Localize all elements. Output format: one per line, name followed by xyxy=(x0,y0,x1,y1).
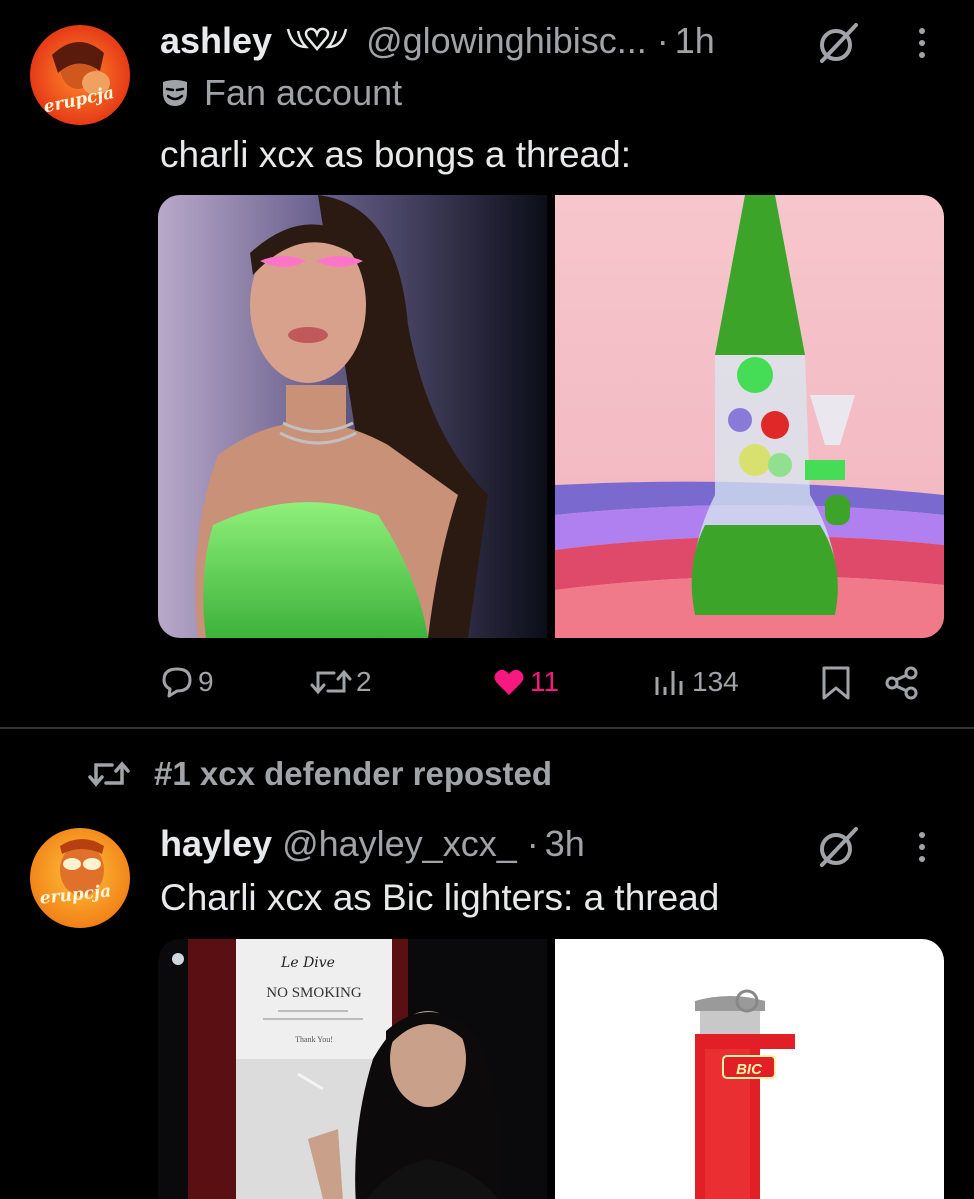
sign-title: Le Dive xyxy=(280,955,335,971)
tweet-hayley[interactable]: #1 xcx defender reposted erupcja hayley … xyxy=(0,729,974,1199)
grok-icon[interactable] xyxy=(816,21,860,65)
views-button[interactable]: 134 xyxy=(652,665,739,699)
bow-heart-badge xyxy=(284,20,350,62)
reply-count: 9 xyxy=(198,666,214,697)
repost-count: 2 xyxy=(356,666,372,697)
media-grid[interactable] xyxy=(158,195,944,638)
more-icon[interactable] xyxy=(912,825,932,869)
like-count: 11 xyxy=(530,666,560,697)
reply-button[interactable]: 9 xyxy=(160,665,214,699)
fan-account-text: Fan account xyxy=(204,72,403,113)
share-icon xyxy=(885,666,918,700)
bookmark-button[interactable] xyxy=(820,665,856,701)
sign-no-smoking: NO SMOKING xyxy=(266,985,362,1001)
lighter-brand-text: BIC xyxy=(736,1061,763,1078)
sign-thank-you: Thank You! xyxy=(295,1035,333,1044)
photo-red-bic-lighter[interactable]: BIC xyxy=(555,939,944,1199)
like-button[interactable]: 11 xyxy=(492,665,559,699)
views-count: 134 xyxy=(692,666,739,697)
author-handle[interactable]: @hayley_xcx_ xyxy=(282,823,517,865)
bookmark-icon xyxy=(822,666,850,700)
timestamp[interactable]: 1h xyxy=(675,20,715,62)
tweet-ashley[interactable]: erupcja ashley @glowinghibisc... · 1h Fa… xyxy=(0,0,974,727)
grok-icon[interactable] xyxy=(816,825,860,869)
author-name[interactable]: ashley xyxy=(160,20,272,62)
views-icon xyxy=(655,671,683,695)
avatar-ashley[interactable]: erupcja xyxy=(30,25,130,125)
repost-context[interactable]: #1 xcx defender reposted xyxy=(88,755,552,793)
tweet-actions: 9 2 11 134 xyxy=(160,665,930,709)
timestamp[interactable]: 3h xyxy=(545,823,585,865)
repost-icon xyxy=(310,669,352,695)
tweet-text: charli xcx as bongs a thread: xyxy=(160,134,631,175)
repost-icon xyxy=(88,761,130,787)
repost-button[interactable]: 2 xyxy=(310,665,372,699)
avatar-hayley[interactable]: erupcja xyxy=(30,828,130,928)
share-button[interactable] xyxy=(884,665,924,701)
photo-charli-green-dress[interactable] xyxy=(158,195,547,638)
mask-icon xyxy=(163,80,187,106)
more-icon[interactable] xyxy=(912,21,932,65)
separator-dot: · xyxy=(526,823,539,864)
photo-charli-smoking[interactable]: Le Dive NO SMOKING Thank You! xyxy=(158,939,547,1199)
photo-green-bong[interactable] xyxy=(555,195,944,638)
author-handle[interactable]: @glowinghibisc... xyxy=(366,20,647,62)
tweet-text: Charli xcx as Bic lighters: a thread xyxy=(160,877,720,918)
separator-dot: · xyxy=(656,20,669,61)
tweet-header: ashley @glowinghibisc... · 1h xyxy=(160,20,715,62)
fan-account-label: Fan account xyxy=(160,72,402,114)
media-grid[interactable]: Le Dive NO SMOKING Thank You! BIC xyxy=(158,939,944,1199)
author-name[interactable]: hayley xyxy=(160,823,272,865)
tweet-header: hayley @hayley_xcx_ · 3h xyxy=(160,823,585,865)
reposted-by-text: #1 xcx defender reposted xyxy=(154,755,552,792)
heart-icon xyxy=(494,669,524,695)
reply-icon xyxy=(162,667,192,698)
